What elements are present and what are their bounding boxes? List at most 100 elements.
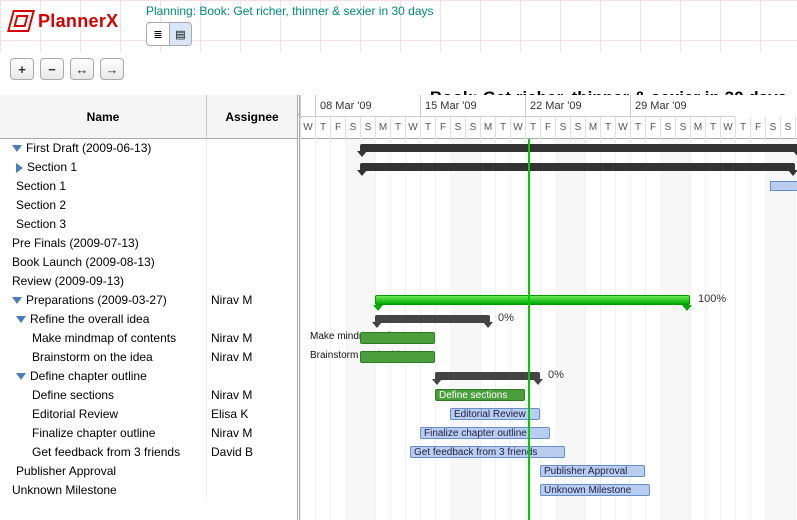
task-label: First Draft (2009-06-13)	[26, 141, 151, 155]
task-row[interactable]: Get feedback from 3 friendsDavid B	[0, 443, 297, 462]
column-header-assignee[interactable]: Assignee	[207, 95, 297, 138]
task-row[interactable]: Unknown Milestone	[0, 481, 297, 500]
gantt-body[interactable]: 0% 100% 0% Make mindmap of contents Brai…	[300, 139, 797, 520]
task-name[interactable]: First Draft (2009-06-13)	[0, 139, 207, 158]
task-row[interactable]: First Draft (2009-06-13)	[0, 139, 297, 158]
task-row[interactable]: Pre Finals (2009-07-13)	[0, 234, 297, 253]
task-row[interactable]: Define chapter outline	[0, 367, 297, 386]
task-assignee[interactable]: Nirav M	[207, 386, 297, 405]
task-assignee[interactable]: Elisa K	[207, 405, 297, 424]
remove-button[interactable]: −	[40, 58, 64, 80]
task-name[interactable]: Review (2009-09-13)	[0, 272, 207, 291]
task-name[interactable]: Unknown Milestone	[0, 481, 207, 500]
task-tree[interactable]: First Draft (2009-06-13)Section 1Section…	[0, 139, 297, 520]
task-name[interactable]: Section 2	[0, 196, 207, 215]
task-assignee[interactable]	[207, 234, 297, 253]
task-name[interactable]: Make mindmap of contents	[0, 329, 207, 348]
task-assignee[interactable]	[207, 253, 297, 272]
task-assignee[interactable]: David B	[207, 443, 297, 462]
task-name[interactable]: Editorial Review	[0, 405, 207, 424]
day-cell: T	[630, 117, 645, 139]
task-row[interactable]: Section 2	[0, 196, 297, 215]
column-header-name[interactable]: Name	[0, 95, 207, 138]
disclosure-right-icon[interactable]	[16, 163, 23, 173]
bar-inner: Publisher Approval	[544, 466, 627, 477]
task-name[interactable]: Section 1	[0, 177, 207, 196]
task-name[interactable]: Refine the overall idea	[0, 310, 207, 329]
task-row[interactable]: Brainstorm on the ideaNirav M	[0, 348, 297, 367]
task-row[interactable]: Make mindmap of contentsNirav M	[0, 329, 297, 348]
task-assignee[interactable]: Nirav M	[207, 291, 297, 310]
gantt-view-icon[interactable]: ▤	[169, 23, 191, 45]
list-view-icon[interactable]: ≣	[147, 23, 169, 45]
task-row[interactable]: Section 1	[0, 177, 297, 196]
bar-brainstorm[interactable]	[360, 351, 435, 363]
task-row[interactable]: Refine the overall idea	[0, 310, 297, 329]
task-name[interactable]: Define sections	[0, 386, 207, 405]
task-name[interactable]: Get feedback from 3 friends	[0, 443, 207, 462]
unlink-button[interactable]: →	[100, 58, 124, 80]
bar-finalize[interactable]: Finalize chapter outline	[420, 427, 550, 439]
bar-feedback[interactable]: Get feedback from 3 friends	[410, 446, 565, 458]
view-mode-toggle[interactable]: ≣ ▤	[146, 22, 192, 46]
bar-section1-summary[interactable]	[360, 163, 795, 171]
today-line	[528, 139, 530, 520]
day-cell: F	[435, 117, 450, 139]
breadcrumb[interactable]: Planning: Book: Get richer, thinner & se…	[146, 4, 434, 18]
task-name[interactable]: Define chapter outline	[0, 367, 207, 386]
task-assignee[interactable]	[207, 196, 297, 215]
task-assignee[interactable]: Nirav M	[207, 424, 297, 443]
task-assignee[interactable]	[207, 367, 297, 386]
app-name: PlannerX	[38, 11, 118, 32]
week-label: 29 Mar '09	[630, 95, 735, 117]
day-cell: M	[375, 117, 390, 139]
task-row[interactable]: Preparations (2009-03-27)Nirav M	[0, 291, 297, 310]
task-assignee[interactable]	[207, 139, 297, 158]
task-name[interactable]: Section 3	[0, 215, 207, 234]
task-assignee[interactable]	[207, 215, 297, 234]
task-row[interactable]: Section 3	[0, 215, 297, 234]
task-assignee[interactable]: Nirav M	[207, 329, 297, 348]
task-row[interactable]: Book Launch (2009-08-13)	[0, 253, 297, 272]
add-button[interactable]: +	[10, 58, 34, 80]
bar-section1[interactable]	[770, 181, 797, 191]
link-button[interactable]: ↔	[70, 58, 94, 80]
task-name[interactable]: Preparations (2009-03-27)	[0, 291, 207, 310]
task-assignee[interactable]	[207, 481, 297, 500]
disclosure-down-icon[interactable]	[16, 373, 26, 380]
task-row[interactable]: Section 1	[0, 158, 297, 177]
task-name[interactable]: Brainstorm on the idea	[0, 348, 207, 367]
task-assignee[interactable]	[207, 272, 297, 291]
task-name[interactable]: Section 1	[0, 158, 207, 177]
task-name[interactable]: Pre Finals (2009-07-13)	[0, 234, 207, 253]
task-name[interactable]: Publisher Approval	[0, 462, 207, 481]
bar-preparations[interactable]	[375, 295, 690, 305]
disclosure-down-icon[interactable]	[12, 297, 22, 304]
task-row[interactable]: Editorial ReviewElisa K	[0, 405, 297, 424]
task-row[interactable]: Define sectionsNirav M	[0, 386, 297, 405]
task-name[interactable]: Finalize chapter outline	[0, 424, 207, 443]
bar-editorial-review[interactable]: Editorial Review	[450, 408, 540, 420]
disclosure-down-icon[interactable]	[12, 145, 22, 152]
bar-unknown[interactable]: Unknown Milestone	[540, 484, 650, 496]
day-cell: T	[525, 117, 540, 139]
bar-publisher[interactable]: Publisher Approval	[540, 465, 645, 477]
task-row[interactable]: Publisher Approval	[0, 462, 297, 481]
task-assignee[interactable]	[207, 177, 297, 196]
task-name[interactable]: Book Launch (2009-08-13)	[0, 253, 207, 272]
task-assignee[interactable]: Nirav M	[207, 348, 297, 367]
task-assignee[interactable]	[207, 158, 297, 177]
day-cell: T	[600, 117, 615, 139]
task-row[interactable]: Review (2009-09-13)	[0, 272, 297, 291]
task-assignee[interactable]	[207, 310, 297, 329]
bar-define-sections[interactable]: Define sections	[435, 389, 525, 401]
bar-define-chapter[interactable]	[435, 372, 540, 380]
pct-label: 0%	[498, 312, 514, 324]
bar-inner: Finalize chapter outline	[424, 428, 527, 439]
bar-first-draft[interactable]	[360, 144, 797, 152]
disclosure-down-icon[interactable]	[16, 316, 26, 323]
bar-mindmap[interactable]	[360, 332, 435, 344]
bar-refine[interactable]	[375, 315, 490, 323]
task-row[interactable]: Finalize chapter outlineNirav M	[0, 424, 297, 443]
task-assignee[interactable]	[207, 462, 297, 481]
